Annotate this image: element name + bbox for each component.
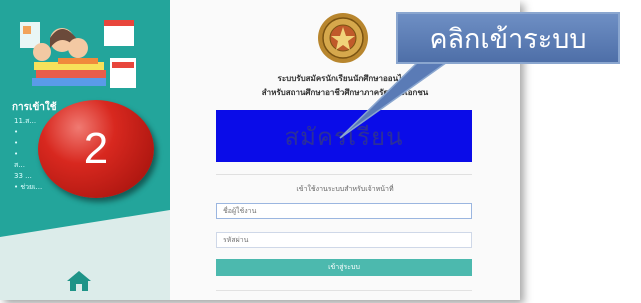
username-input[interactable] [216, 203, 472, 219]
divider [216, 290, 472, 291]
divider [216, 174, 472, 175]
system-title-line2: สำหรับสถานศึกษาอาชีวศึกษาภาครัฐ และเอกชน [261, 88, 429, 97]
register-button[interactable]: สมัครเรียน [216, 110, 472, 162]
home-icon[interactable] [66, 270, 92, 292]
login-button[interactable]: เข้าสู่ระบบ [216, 259, 472, 276]
students-illustration-icon [20, 20, 136, 88]
staff-login-heading: เข้าใช้งานระบบสำหรับเจ้าหน้าที่ [296, 185, 394, 193]
password-input[interactable] [216, 232, 472, 248]
system-title-line1: ระบบรับสมัครนักเรียนนักศึกษาออนไลน์ [277, 74, 413, 83]
thai-seal-emblem-icon [318, 13, 368, 63]
sidebar-heading: การเข้าใช้ [12, 102, 57, 113]
step-number-badge: 2 [38, 100, 154, 198]
instruction-callout: คลิกเข้าระบบ [396, 12, 620, 64]
